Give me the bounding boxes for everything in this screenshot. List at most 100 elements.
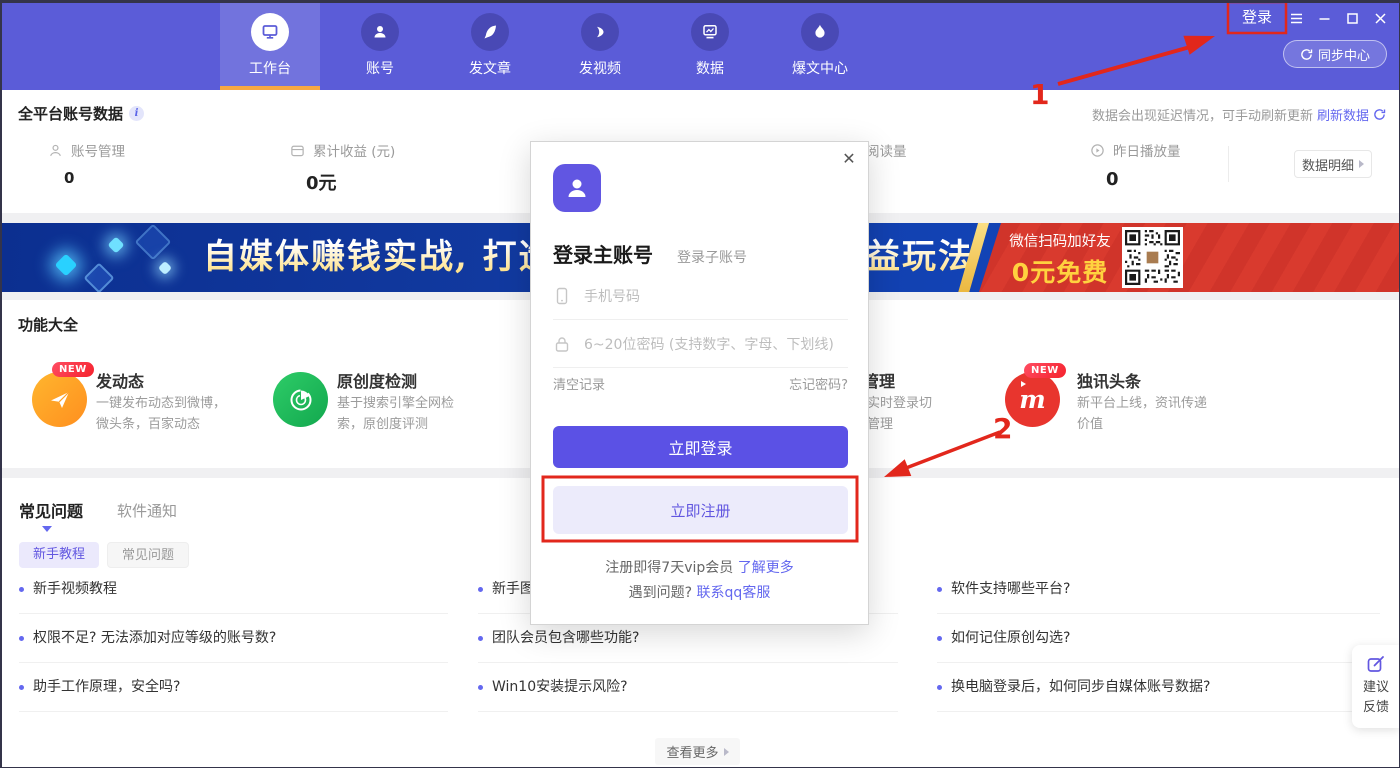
password-placeholder: 6~20位密码 (支持数字、字母、下划线) — [584, 334, 834, 354]
login-now-button[interactable]: 立即登录 — [553, 426, 848, 468]
refresh-note: 数据会出现延迟情况，可手动刷新更新 刷新数据 — [1092, 105, 1386, 124]
stat-play-count: 昨日播放量 0 — [1090, 140, 1181, 190]
login-button[interactable]: 登录 — [1228, 2, 1286, 33]
refresh-icon — [1300, 48, 1313, 61]
refresh-note-text: 数据会出现延迟情况，可手动刷新更新 — [1092, 105, 1313, 124]
tab-publish-video[interactable]: 发视频 — [550, 0, 650, 90]
faq-column: 软件支持哪些平台? 如何记住原创勾选? 换电脑登录后，如何同步自媒体账号数据? — [937, 565, 1380, 712]
play-circle-icon — [1090, 143, 1105, 158]
sync-center-button[interactable]: 同步中心 — [1283, 40, 1387, 68]
feature-title[interactable]: 原创度检测 — [337, 368, 417, 392]
contact-qq-link[interactable]: 联系qq客服 — [697, 585, 771, 601]
feedback-button[interactable]: 建议 反馈 — [1352, 645, 1400, 728]
income-icon — [290, 143, 305, 158]
tab-hot-articles[interactable]: 爆文中心 — [770, 0, 870, 90]
close-icon[interactable] — [1373, 11, 1388, 26]
faq-item[interactable]: 权限不足? 无法添加对应等级的账号数? — [19, 614, 448, 663]
caret-right-icon — [724, 748, 729, 756]
user-outline-icon — [48, 143, 63, 158]
menu-icon[interactable] — [1289, 11, 1304, 26]
feather-icon — [471, 13, 509, 51]
login-modal: ✕ 登录主账号 登录子账号 手机号码 6~20位密码 (支持数字、字母、下划线)… — [530, 141, 869, 625]
tab-software-notice[interactable]: 软件通知 — [117, 500, 177, 521]
chart-icon — [691, 13, 729, 51]
stat-account-manage: 账号管理 0 — [48, 140, 125, 187]
help-line: 遇到问题? 联系qq客服 — [531, 582, 868, 602]
banner-decoration — [55, 254, 78, 277]
tab-login-sub-account[interactable]: 登录子账号 — [677, 247, 747, 267]
caret-down-icon — [42, 526, 52, 532]
duxun-toutiao-icon[interactable]: m — [1005, 372, 1060, 427]
tab-accounts[interactable]: 账号 — [330, 0, 430, 90]
modal-options-row: 清空记录 忘记密码? — [553, 374, 848, 393]
feature-title[interactable]: 发动态 — [96, 368, 144, 392]
info-icon[interactable]: i — [129, 106, 144, 121]
tab-publish-article[interactable]: 发文章 — [440, 0, 540, 90]
stat-value: 0 — [1106, 169, 1181, 190]
tab-workbench[interactable]: 工作台 — [220, 0, 320, 90]
sync-label: 同步中心 — [1318, 45, 1370, 64]
duxun-logo: m — [1019, 385, 1045, 414]
tab-login-main-account[interactable]: 登录主账号 — [553, 239, 653, 268]
qr-code — [1122, 227, 1183, 288]
tab-label: 爆文中心 — [792, 58, 848, 78]
forgot-password-link[interactable]: 忘记密码? — [789, 374, 848, 393]
data-detail-button[interactable]: 数据明细 — [1294, 150, 1372, 178]
tab-label: 发文章 — [469, 58, 511, 78]
tab-label: 工作台 — [249, 58, 291, 78]
tab-label: 数据 — [696, 58, 724, 78]
caret-right-icon — [1359, 160, 1364, 168]
maximize-icon[interactable] — [1345, 11, 1360, 26]
password-input[interactable]: 6~20位密码 (支持数字、字母、下划线) — [553, 320, 848, 368]
tab-data[interactable]: 数据 — [660, 0, 760, 90]
lock-icon — [553, 335, 571, 353]
refresh-data-link[interactable]: 刷新数据 — [1317, 105, 1369, 124]
banner-decoration — [83, 262, 114, 292]
banner-headline-right: 益玩法 — [866, 223, 974, 292]
new-badge: NEW — [52, 362, 94, 377]
originality-check-icon[interactable] — [273, 372, 328, 427]
divider — [1228, 146, 1229, 182]
feature-desc: 新平台上线，资讯传递价值 — [1077, 393, 1217, 435]
stat-value: 0元 — [306, 169, 395, 195]
faq-column: 新手视频教程 权限不足? 无法添加对应等级的账号数? 助手工作原理，安全吗? — [19, 565, 448, 712]
user-icon — [361, 13, 399, 51]
main-nav: 工作台 账号 发文章 发视频 — [220, 0, 880, 90]
faq-item[interactable]: 如何记住原创勾选? — [937, 614, 1380, 663]
stat-total-income: 累计收益 (元) 0元 — [290, 140, 395, 195]
promo-line: 注册即得7天vip会员 了解更多 — [531, 557, 868, 577]
minimize-icon[interactable] — [1317, 11, 1332, 26]
features-title: 功能大全 — [18, 314, 78, 335]
tab-label: 账号 — [366, 58, 394, 78]
learn-more-link[interactable]: 了解更多 — [738, 560, 794, 576]
faq-item[interactable]: 软件支持哪些平台? — [937, 565, 1380, 614]
stat-value: 0 — [64, 169, 125, 187]
faq-item[interactable]: 助手工作原理，安全吗? — [19, 663, 448, 712]
feedback-label-line2: 反馈 — [1352, 698, 1400, 718]
edit-pen-icon — [1366, 654, 1386, 674]
tab-faq[interactable]: 常见问题 — [19, 498, 83, 522]
view-more-button[interactable]: 查看更多 — [655, 738, 740, 765]
phone-icon — [553, 287, 571, 305]
refresh-icon — [1373, 108, 1386, 121]
phone-input[interactable]: 手机号码 — [553, 272, 848, 320]
faq-item[interactable]: 换电脑登录后，如何同步自媒体账号数据? — [937, 663, 1380, 712]
window-controls — [1289, 11, 1388, 26]
feature-title[interactable]: 独讯头条 — [1077, 368, 1141, 392]
faq-item[interactable]: 新手视频教程 — [19, 565, 448, 614]
paper-plane-icon[interactable] — [32, 372, 87, 427]
tab-label: 发视频 — [579, 58, 621, 78]
header: 工作台 账号 发文章 发视频 — [0, 0, 1400, 90]
register-now-button[interactable]: 立即注册 — [553, 486, 848, 534]
banner-decoration — [158, 261, 172, 275]
phone-placeholder: 手机号码 — [584, 286, 640, 306]
faq-item[interactable]: Win10安装提示风险? — [478, 663, 898, 712]
close-icon[interactable]: ✕ — [839, 149, 859, 169]
stats-title: 全平台账号数据 i — [18, 103, 144, 124]
avatar-icon — [553, 164, 601, 212]
flame-icon — [801, 13, 839, 51]
clear-records-link[interactable]: 清空记录 — [553, 374, 605, 393]
feedback-label-line1: 建议 — [1352, 678, 1400, 698]
feature-desc: 一键发布动态到微博，微头条，百家动态 — [96, 393, 236, 435]
wechat-promo: 微信扫码加好友 0元免费看 — [1004, 230, 1116, 292]
